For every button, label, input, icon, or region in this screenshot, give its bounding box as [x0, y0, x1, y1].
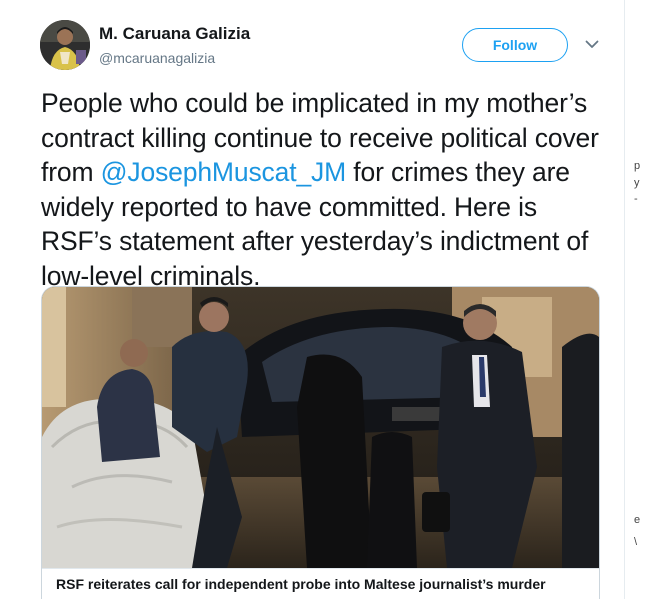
edge-fragment: - — [634, 193, 638, 205]
user-handle[interactable]: @mcaruanagalizia — [99, 50, 215, 66]
avatar[interactable] — [40, 20, 90, 70]
chevron-down-icon[interactable] — [583, 35, 601, 53]
edge-fragment: y — [634, 177, 640, 189]
tweet-text: People who could be implicated in my mot… — [41, 86, 611, 293]
card-title[interactable]: RSF reiterates call for independent prob… — [42, 568, 599, 599]
follow-button[interactable]: Follow — [462, 28, 568, 62]
card-image[interactable] — [42, 287, 599, 568]
edge-fragment: \ — [634, 536, 638, 548]
background-page-edge — [624, 0, 646, 599]
tweet-card: M. Caruana Galizia @mcaruanagalizia Foll… — [0, 0, 624, 599]
display-name[interactable]: M. Caruana Galizia — [99, 24, 250, 44]
mention-link[interactable]: @JosephMuscat_JM — [101, 157, 347, 187]
edge-fragment: e — [634, 514, 641, 526]
edge-fragment: p — [634, 160, 641, 172]
link-card[interactable]: RSF reiterates call for independent prob… — [41, 286, 600, 599]
